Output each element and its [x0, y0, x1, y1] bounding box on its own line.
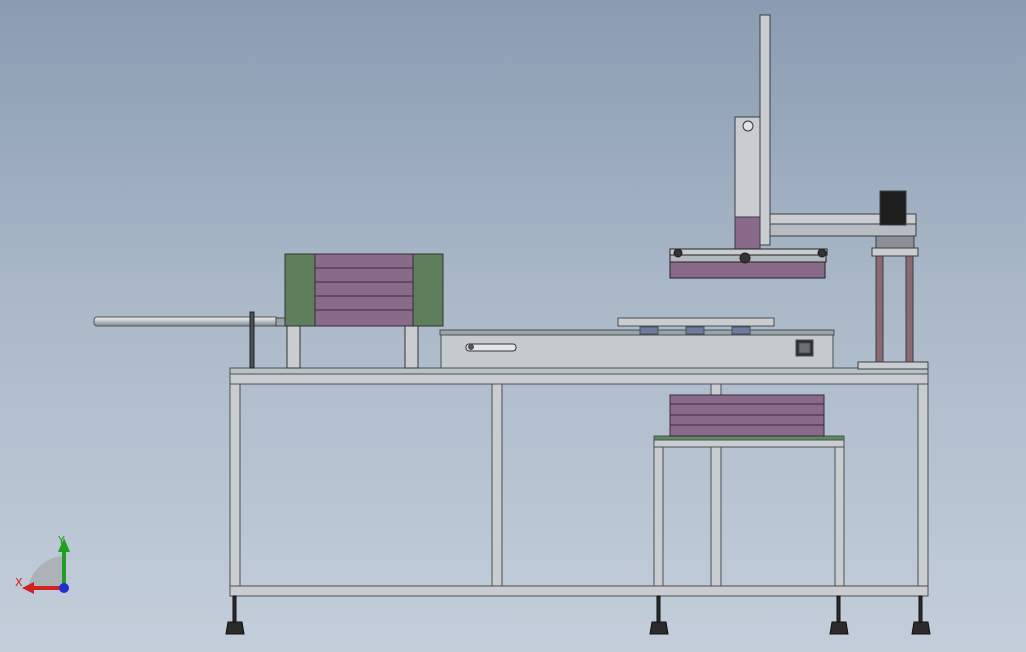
foot-3 — [829, 595, 849, 635]
cad-viewport[interactable]: Y X — [0, 0, 1026, 652]
gantry-horizontal-beam — [769, 190, 917, 249]
triad-y-label: Y — [57, 534, 65, 547]
table-top-plate — [229, 367, 929, 375]
foot-2 — [649, 595, 669, 635]
lower-sub-frame — [653, 435, 845, 587]
gantry-vertical-axis — [734, 14, 771, 258]
magazine-support-left — [286, 325, 301, 369]
magazine-support-right — [404, 325, 419, 369]
gantry-support-column — [857, 247, 929, 370]
lower-panel-stack — [669, 394, 825, 437]
table-top-beam — [229, 373, 929, 385]
feeder-rod — [93, 311, 287, 369]
foot-4 — [911, 595, 931, 635]
table-bottom-beam — [229, 585, 929, 597]
panel-magazine — [284, 253, 444, 369]
vacuum-gripper-head — [669, 248, 828, 279]
triad-x-label: X — [15, 576, 23, 589]
table-leg-right — [917, 383, 929, 597]
linear-module — [439, 329, 835, 369]
magazine-guide-left — [284, 253, 316, 327]
magazine-guide-right — [412, 253, 444, 327]
foot-1 — [225, 595, 245, 635]
table-leg-mid-1 — [491, 383, 503, 587]
leveling-feet — [225, 595, 931, 635]
table-leg-left — [229, 383, 241, 597]
coordinate-triad: Y X — [15, 534, 70, 594]
machine-drawing: Y X — [15, 14, 931, 635]
